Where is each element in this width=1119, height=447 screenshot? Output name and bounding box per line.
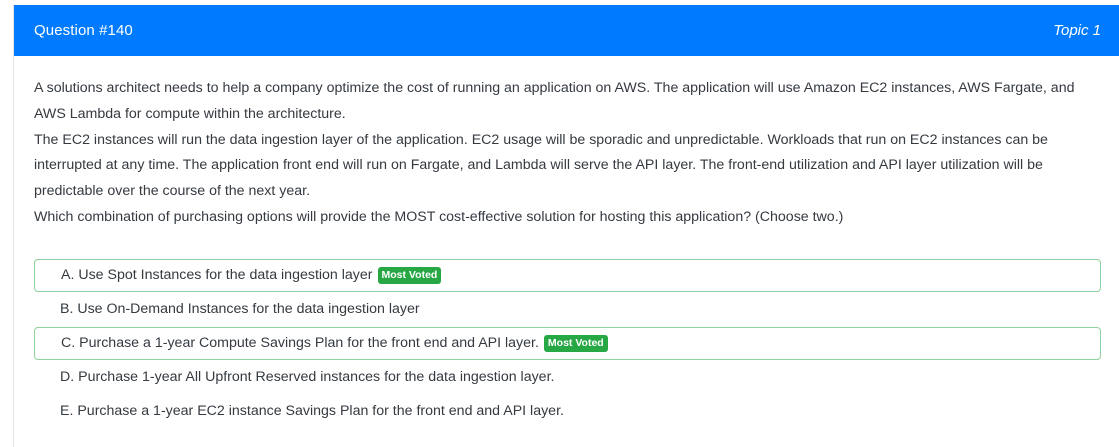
choice-c[interactable]: C. Purchase a 1-year Compute Savings Pla… — [34, 326, 1101, 360]
choice-d-text: D. Purchase 1-year All Upfront Reserved … — [60, 369, 555, 386]
question-paragraph: The EC2 instances will run the data inge… — [34, 131, 1048, 200]
topic-label: Topic 1 — [1053, 22, 1101, 39]
choice-b[interactable]: B. Use On-Demand Instances for the data … — [34, 293, 1101, 326]
question-paragraph: Which combination of purchasing options … — [34, 208, 844, 225]
choice-a[interactable]: A. Use Spot Instances for the data inges… — [34, 258, 1101, 292]
choice-e[interactable]: E. Purchase a 1-year EC2 instance Saving… — [34, 395, 1101, 428]
question-header: Question #140 Topic 1 — [14, 5, 1119, 56]
choice-list: A. Use Spot Instances for the data inges… — [34, 258, 1101, 428]
choice-e-text: E. Purchase a 1-year EC2 instance Saving… — [60, 403, 564, 420]
choice-b-text: B. Use On-Demand Instances for the data … — [60, 301, 420, 318]
question-text: A solutions architect needs to help a co… — [34, 76, 1099, 231]
question-card: Question #140 Topic 1 A solutions archit… — [13, 5, 1119, 447]
choice-a-text: A. Use Spot Instances for the data inges… — [61, 267, 373, 284]
choice-d[interactable]: D. Purchase 1-year All Upfront Reserved … — [34, 361, 1101, 394]
choice-c-text: C. Purchase a 1-year Compute Savings Pla… — [61, 335, 539, 352]
most-voted-badge: Most Voted — [543, 334, 608, 352]
question-number: Question #140 — [34, 22, 133, 39]
most-voted-badge: Most Voted — [377, 266, 442, 284]
question-paragraph: A solutions architect needs to help a co… — [34, 80, 1075, 122]
question-body: A solutions architect needs to help a co… — [14, 56, 1119, 428]
